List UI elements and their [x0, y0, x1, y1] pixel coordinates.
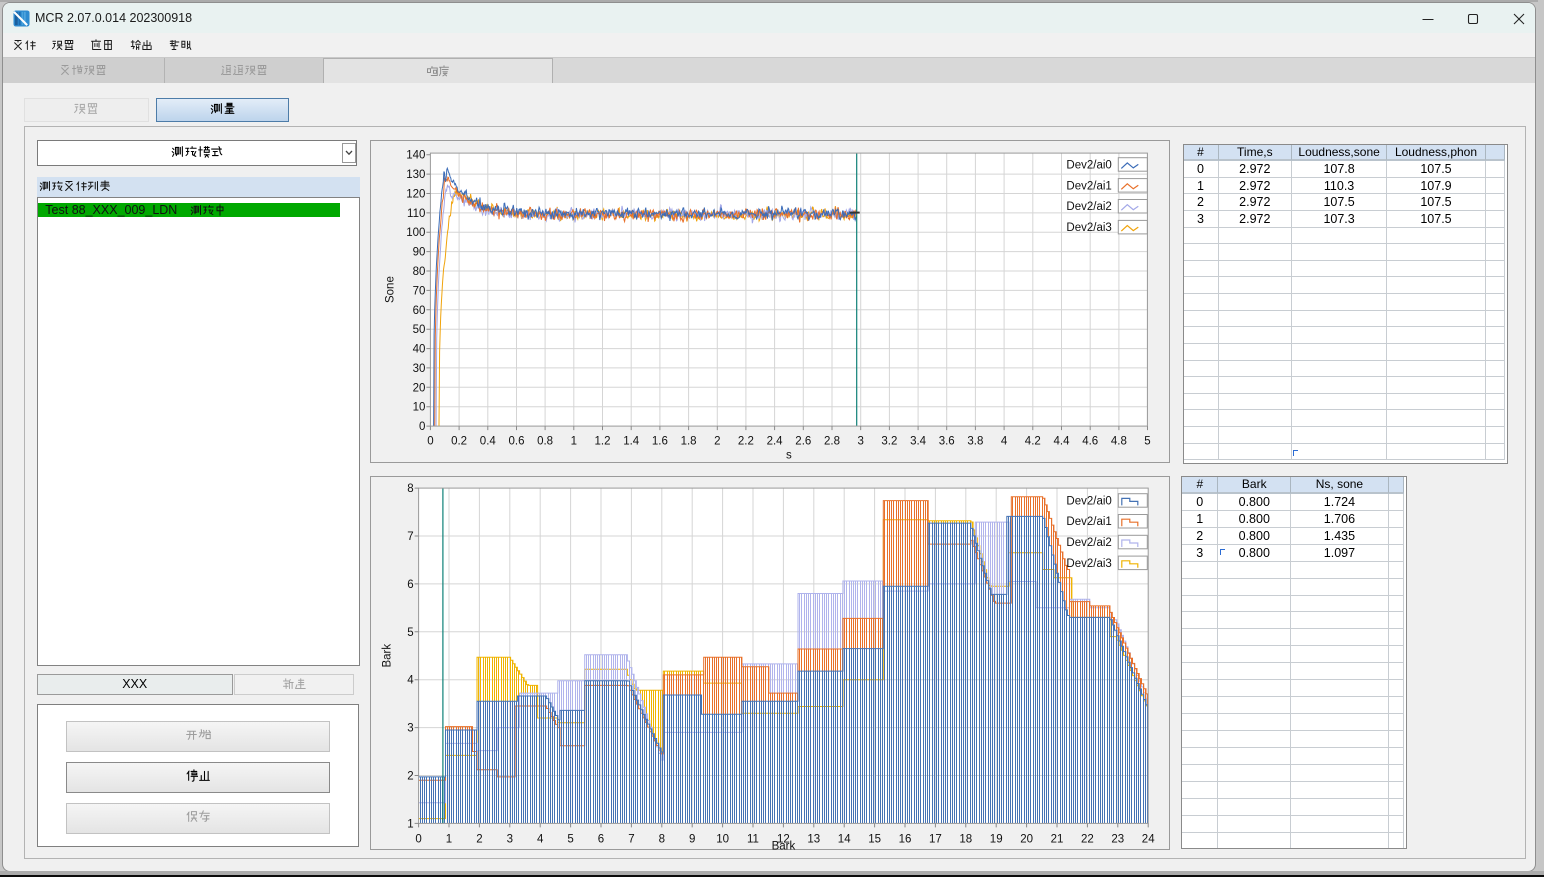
svg-text:Dev2/ai3: Dev2/ai3 — [1067, 558, 1112, 570]
svg-text:120: 120 — [406, 188, 425, 200]
svg-text:5: 5 — [407, 627, 413, 639]
svg-text:1.4: 1.4 — [623, 435, 640, 447]
svg-text:Dev2/ai0: Dev2/ai0 — [1067, 495, 1112, 507]
svg-text:60: 60 — [413, 305, 426, 317]
svg-text:Bark: Bark — [772, 840, 796, 852]
svg-text:3: 3 — [407, 723, 413, 735]
svg-text:Dev2/ai0: Dev2/ai0 — [1067, 159, 1112, 171]
svg-text:1.6: 1.6 — [652, 435, 668, 447]
svg-text:1: 1 — [446, 833, 452, 845]
svg-text:8: 8 — [659, 833, 665, 845]
svg-text:13: 13 — [808, 833, 821, 845]
svg-text:0: 0 — [416, 833, 422, 845]
svg-text:90: 90 — [413, 246, 426, 258]
svg-text:4.4: 4.4 — [1054, 435, 1071, 447]
svg-text:20: 20 — [1020, 833, 1033, 845]
svg-text:Dev2/ai1: Dev2/ai1 — [1067, 180, 1112, 192]
svg-text:1.8: 1.8 — [681, 435, 697, 447]
svg-text:70: 70 — [413, 285, 426, 297]
svg-text:11: 11 — [747, 833, 759, 845]
svg-text:2: 2 — [407, 771, 413, 783]
svg-text:4.2: 4.2 — [1025, 435, 1041, 447]
svg-text:1: 1 — [571, 435, 577, 447]
svg-text:10: 10 — [716, 833, 729, 845]
svg-text:0.2: 0.2 — [451, 435, 467, 447]
svg-text:7: 7 — [628, 833, 634, 845]
svg-text:14: 14 — [838, 833, 851, 845]
svg-text:10: 10 — [413, 402, 426, 414]
svg-text:Dev2/ai2: Dev2/ai2 — [1067, 537, 1112, 549]
svg-text:Dev2/ai3: Dev2/ai3 — [1067, 222, 1112, 234]
svg-text:0.6: 0.6 — [509, 435, 525, 447]
svg-text:5: 5 — [1144, 435, 1150, 447]
svg-text:4.8: 4.8 — [1111, 435, 1127, 447]
svg-text:4: 4 — [1001, 435, 1008, 447]
svg-text:6: 6 — [598, 833, 604, 845]
svg-text:3: 3 — [507, 833, 513, 845]
svg-text:110: 110 — [407, 208, 425, 220]
svg-text:3.2: 3.2 — [882, 435, 898, 447]
svg-text:0.4: 0.4 — [480, 435, 497, 447]
svg-text:1: 1 — [407, 818, 413, 830]
svg-text:50: 50 — [413, 324, 426, 336]
svg-text:Sone: Sone — [385, 276, 397, 303]
svg-text:2: 2 — [476, 833, 482, 845]
svg-text:140: 140 — [406, 150, 425, 162]
svg-text:3.8: 3.8 — [968, 435, 984, 447]
svg-text:3.4: 3.4 — [910, 435, 927, 447]
svg-text:6: 6 — [407, 579, 413, 591]
svg-text:130: 130 — [406, 169, 425, 181]
svg-text:100: 100 — [406, 227, 425, 239]
svg-text:8: 8 — [407, 483, 413, 495]
svg-text:17: 17 — [929, 833, 942, 845]
svg-text:2: 2 — [714, 435, 720, 447]
svg-text:9: 9 — [689, 833, 695, 845]
svg-text:0: 0 — [427, 435, 433, 447]
svg-text:2.2: 2.2 — [738, 435, 754, 447]
svg-text:2.8: 2.8 — [824, 435, 840, 447]
svg-text:24: 24 — [1142, 833, 1155, 845]
svg-text:1.2: 1.2 — [595, 435, 611, 447]
svg-text:2.6: 2.6 — [795, 435, 811, 447]
svg-text:3: 3 — [858, 435, 864, 447]
svg-text:18: 18 — [960, 833, 973, 845]
svg-text:30: 30 — [413, 363, 426, 375]
svg-text:0.8: 0.8 — [537, 435, 553, 447]
svg-text:4.6: 4.6 — [1082, 435, 1098, 447]
svg-text:22: 22 — [1081, 833, 1094, 845]
svg-text:Bark: Bark — [382, 644, 394, 668]
svg-text:21: 21 — [1051, 833, 1064, 845]
svg-text:Dev2/ai1: Dev2/ai1 — [1067, 516, 1112, 528]
svg-text:20: 20 — [413, 382, 426, 394]
svg-text:5: 5 — [568, 833, 574, 845]
svg-text:3.6: 3.6 — [939, 435, 955, 447]
svg-text:0: 0 — [419, 421, 425, 433]
svg-text:16: 16 — [899, 833, 912, 845]
svg-text:19: 19 — [990, 833, 1003, 845]
svg-text:4: 4 — [537, 833, 544, 845]
svg-text:40: 40 — [413, 343, 426, 355]
svg-text:23: 23 — [1112, 833, 1125, 845]
svg-text:Dev2/ai2: Dev2/ai2 — [1067, 201, 1112, 213]
svg-text:2.4: 2.4 — [767, 435, 784, 447]
svg-text:s: s — [786, 449, 792, 461]
svg-text:80: 80 — [413, 266, 426, 278]
svg-text:15: 15 — [868, 833, 881, 845]
svg-text:7: 7 — [407, 531, 413, 543]
svg-text:4: 4 — [407, 675, 414, 687]
